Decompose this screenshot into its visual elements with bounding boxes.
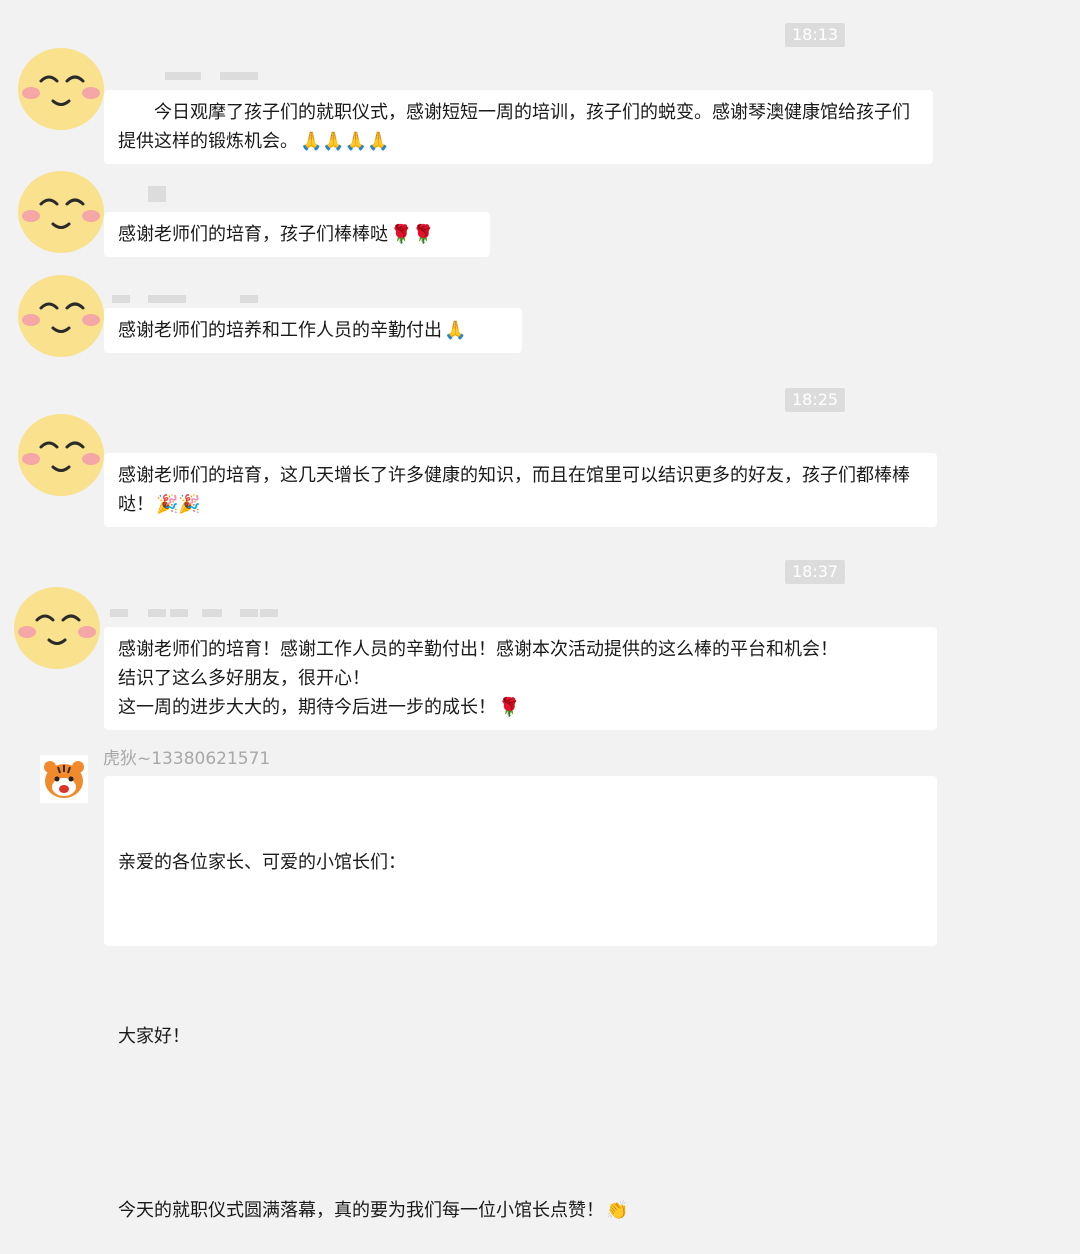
party-popper-emoji: 🎉🎉: [156, 494, 201, 515]
timestamp: 18:25: [785, 388, 846, 412]
smiley-avatar[interactable]: [17, 170, 105, 254]
smiley-avatar[interactable]: [17, 274, 105, 358]
message-text: 感谢老师们的培育，孩子们棒棒哒: [118, 224, 388, 245]
clap-emoji: 👏: [606, 1200, 629, 1221]
sender-name: 虎狄~13380621571: [103, 749, 271, 769]
rose-emoji: 🌹🌹: [390, 224, 435, 245]
tiger-avatar[interactable]: [40, 755, 88, 803]
message-bubble[interactable]: 感谢老师们的培育，这几天增长了许多健康的知识，而且在馆里可以结识更多的好友，孩子…: [104, 453, 937, 527]
message-text: 感谢老师们的培养和工作人员的辛勤付出: [118, 320, 442, 341]
message-line: 今天的就职仪式圆满落幕，真的要为我们每一位小馆长点赞！ 👏: [118, 1196, 923, 1225]
smiley-avatar[interactable]: [13, 586, 101, 670]
pray-emoji: 🙏: [444, 320, 467, 341]
message-text: 今天的就职仪式圆满落幕，真的要为我们每一位小馆长点赞！: [118, 1200, 604, 1221]
message-line: 大家好！: [118, 1026, 190, 1047]
pray-emoji: 🙏🙏🙏🙏: [300, 131, 390, 152]
message-bubble[interactable]: 亲爱的各位家长、可爱的小馆长们： 大家好！ 今天的就职仪式圆满落幕，真的要为我们…: [104, 776, 937, 1221]
message-bubble[interactable]: 感谢老师们的培育！感谢工作人员的辛勤付出！感谢本次活动提供的这么棒的平台和机会！…: [104, 627, 937, 730]
message-text: 感谢老师们的培育！感谢工作人员的辛勤付出！感谢本次活动提供的这么棒的平台和机会！…: [118, 639, 838, 718]
message-bubble[interactable]: 感谢老师们的培养和工作人员的辛勤付出 🙏: [104, 308, 522, 353]
timestamp: 18:13: [785, 23, 846, 47]
message-text: 感谢老师们的培育，这几天增长了许多健康的知识，而且在馆里可以结识更多的好友，孩子…: [118, 465, 910, 515]
smiley-avatar[interactable]: [17, 413, 105, 497]
message-bubble[interactable]: 今日观摩了孩子们的就职仪式，感谢短短一周的培训，孩子们的蜕变。感谢琴澳健康馆给孩…: [104, 90, 933, 164]
message-bubble[interactable]: 感谢老师们的培育，孩子们棒棒哒 🌹🌹: [104, 212, 490, 257]
message-line: 亲爱的各位家长、可爱的小馆长们：: [118, 852, 406, 873]
smiley-avatar[interactable]: [17, 47, 105, 131]
timestamp: 18:37: [785, 560, 846, 584]
message-text: 今日观摩了孩子们的就职仪式，感谢短短一周的培训，孩子们的蜕变。感谢琴澳健康馆给孩…: [118, 102, 910, 152]
rose-emoji: 🌹: [498, 697, 521, 718]
